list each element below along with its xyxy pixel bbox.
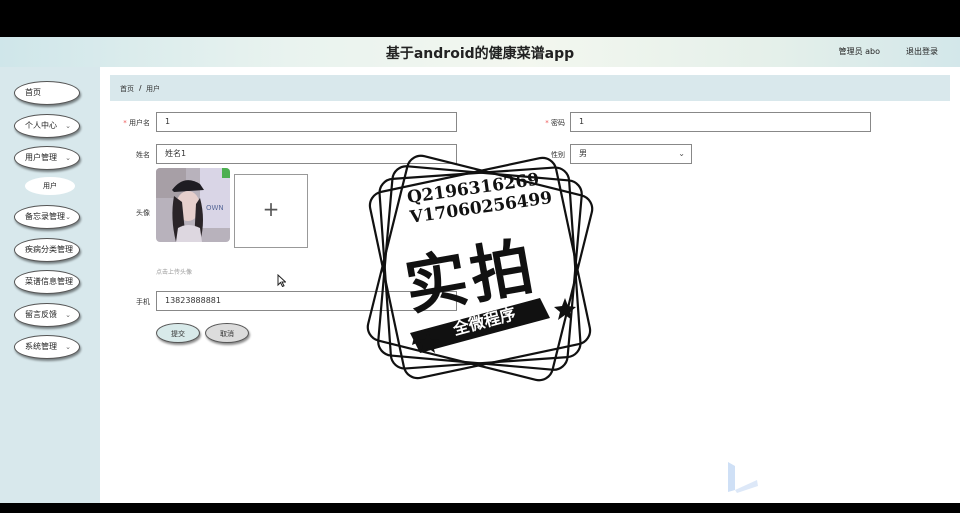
sidebar-item-recipe-info[interactable]: 菜谱信息管理 [14, 270, 80, 294]
chevron-down-icon: ⌄ [65, 343, 71, 351]
sidebar-item-user-management[interactable]: 用户管理 ⌄ [14, 146, 80, 170]
username-input[interactable]: 1 [156, 112, 457, 132]
chevron-down-icon: ⌄ [65, 122, 71, 130]
admin-label: 管理员 abo [838, 47, 880, 56]
password-input[interactable]: 1 [570, 112, 871, 132]
top-black-bar [0, 0, 960, 37]
breadcrumb-home[interactable]: 首页 [120, 84, 134, 94]
mouse-cursor-icon [277, 272, 287, 291]
sidebar-item-disease-category[interactable]: 疾病分类管理 [14, 238, 80, 262]
sidebar-item-memo-management[interactable]: 备忘录管理 ⌄ [14, 205, 80, 229]
sidebar: 首页 个人中心 ⌄ 用户管理 ⌄ 用户 备忘录管理 ⌄ 疾病分类管理 菜谱信息管… [0, 67, 100, 503]
sidebar-item-feedback[interactable]: 留言反馈 ⌄ [14, 303, 80, 327]
sidebar-item-label: 留言反馈 [25, 310, 57, 319]
submit-button[interactable]: 提交 [156, 323, 200, 343]
avatar-label: 头像 [136, 209, 150, 217]
bottom-black-bar [0, 503, 960, 513]
chevron-down-icon: ⌄ [678, 149, 685, 158]
sidebar-item-system[interactable]: 系统管理 ⌄ [14, 335, 80, 359]
chevron-down-icon: ⌄ [65, 154, 71, 162]
app-title: 基于android的健康菜谱app [385, 46, 575, 62]
watermark-stamp: Q2196316269 V17060256499 实拍 全微程序 [360, 148, 600, 388]
avatar-upload-box[interactable]: + [234, 174, 308, 248]
avatar-upload-hint: 点击上传头像 [156, 269, 193, 276]
sidebar-item-home[interactable]: 首页 [14, 81, 80, 105]
breadcrumb-separator: / [139, 84, 142, 92]
chevron-down-icon: ⌄ [65, 213, 71, 221]
sidebar-item-label: 菜谱信息管理 [25, 277, 73, 286]
sidebar-item-label: 用户 [43, 182, 57, 190]
required-mark: * [123, 119, 127, 127]
sidebar-item-label: 系统管理 [25, 342, 57, 351]
sidebar-item-label: 用户管理 [25, 153, 57, 162]
sidebar-item-label: 首页 [25, 88, 41, 97]
chevron-down-icon: ⌄ [65, 311, 71, 319]
sidebar-item-label: 个人中心 [25, 121, 57, 130]
breadcrumb: 首页 / 用户 [110, 75, 950, 101]
phone-label: 手机 [136, 298, 150, 306]
plus-icon: + [262, 197, 280, 221]
svg-text:OWN: OWN [206, 204, 224, 212]
cancel-button[interactable]: 取消 [205, 323, 249, 343]
sidebar-item-profile[interactable]: 个人中心 ⌄ [14, 114, 80, 138]
player-logo-icon [725, 460, 761, 498]
sidebar-subitem-user[interactable]: 用户 [25, 177, 75, 195]
password-label-text: 密码 [551, 119, 565, 127]
sidebar-item-label: 疾病分类管理 [25, 245, 73, 254]
sidebar-item-label: 备忘录管理 [25, 212, 65, 221]
app-header: 基于android的健康菜谱app 管理员 abo 退出登录 [0, 37, 960, 67]
breadcrumb-current: 用户 [146, 85, 160, 93]
logout-link[interactable]: 退出登录 [906, 46, 938, 57]
username-label-text: 用户名 [129, 119, 150, 127]
avatar-image: OWN [156, 168, 230, 242]
name-label: 姓名 [136, 151, 150, 159]
username-label: * 用户名 [110, 118, 150, 128]
required-mark: * [545, 119, 549, 127]
password-label: * 密码 [525, 118, 565, 128]
